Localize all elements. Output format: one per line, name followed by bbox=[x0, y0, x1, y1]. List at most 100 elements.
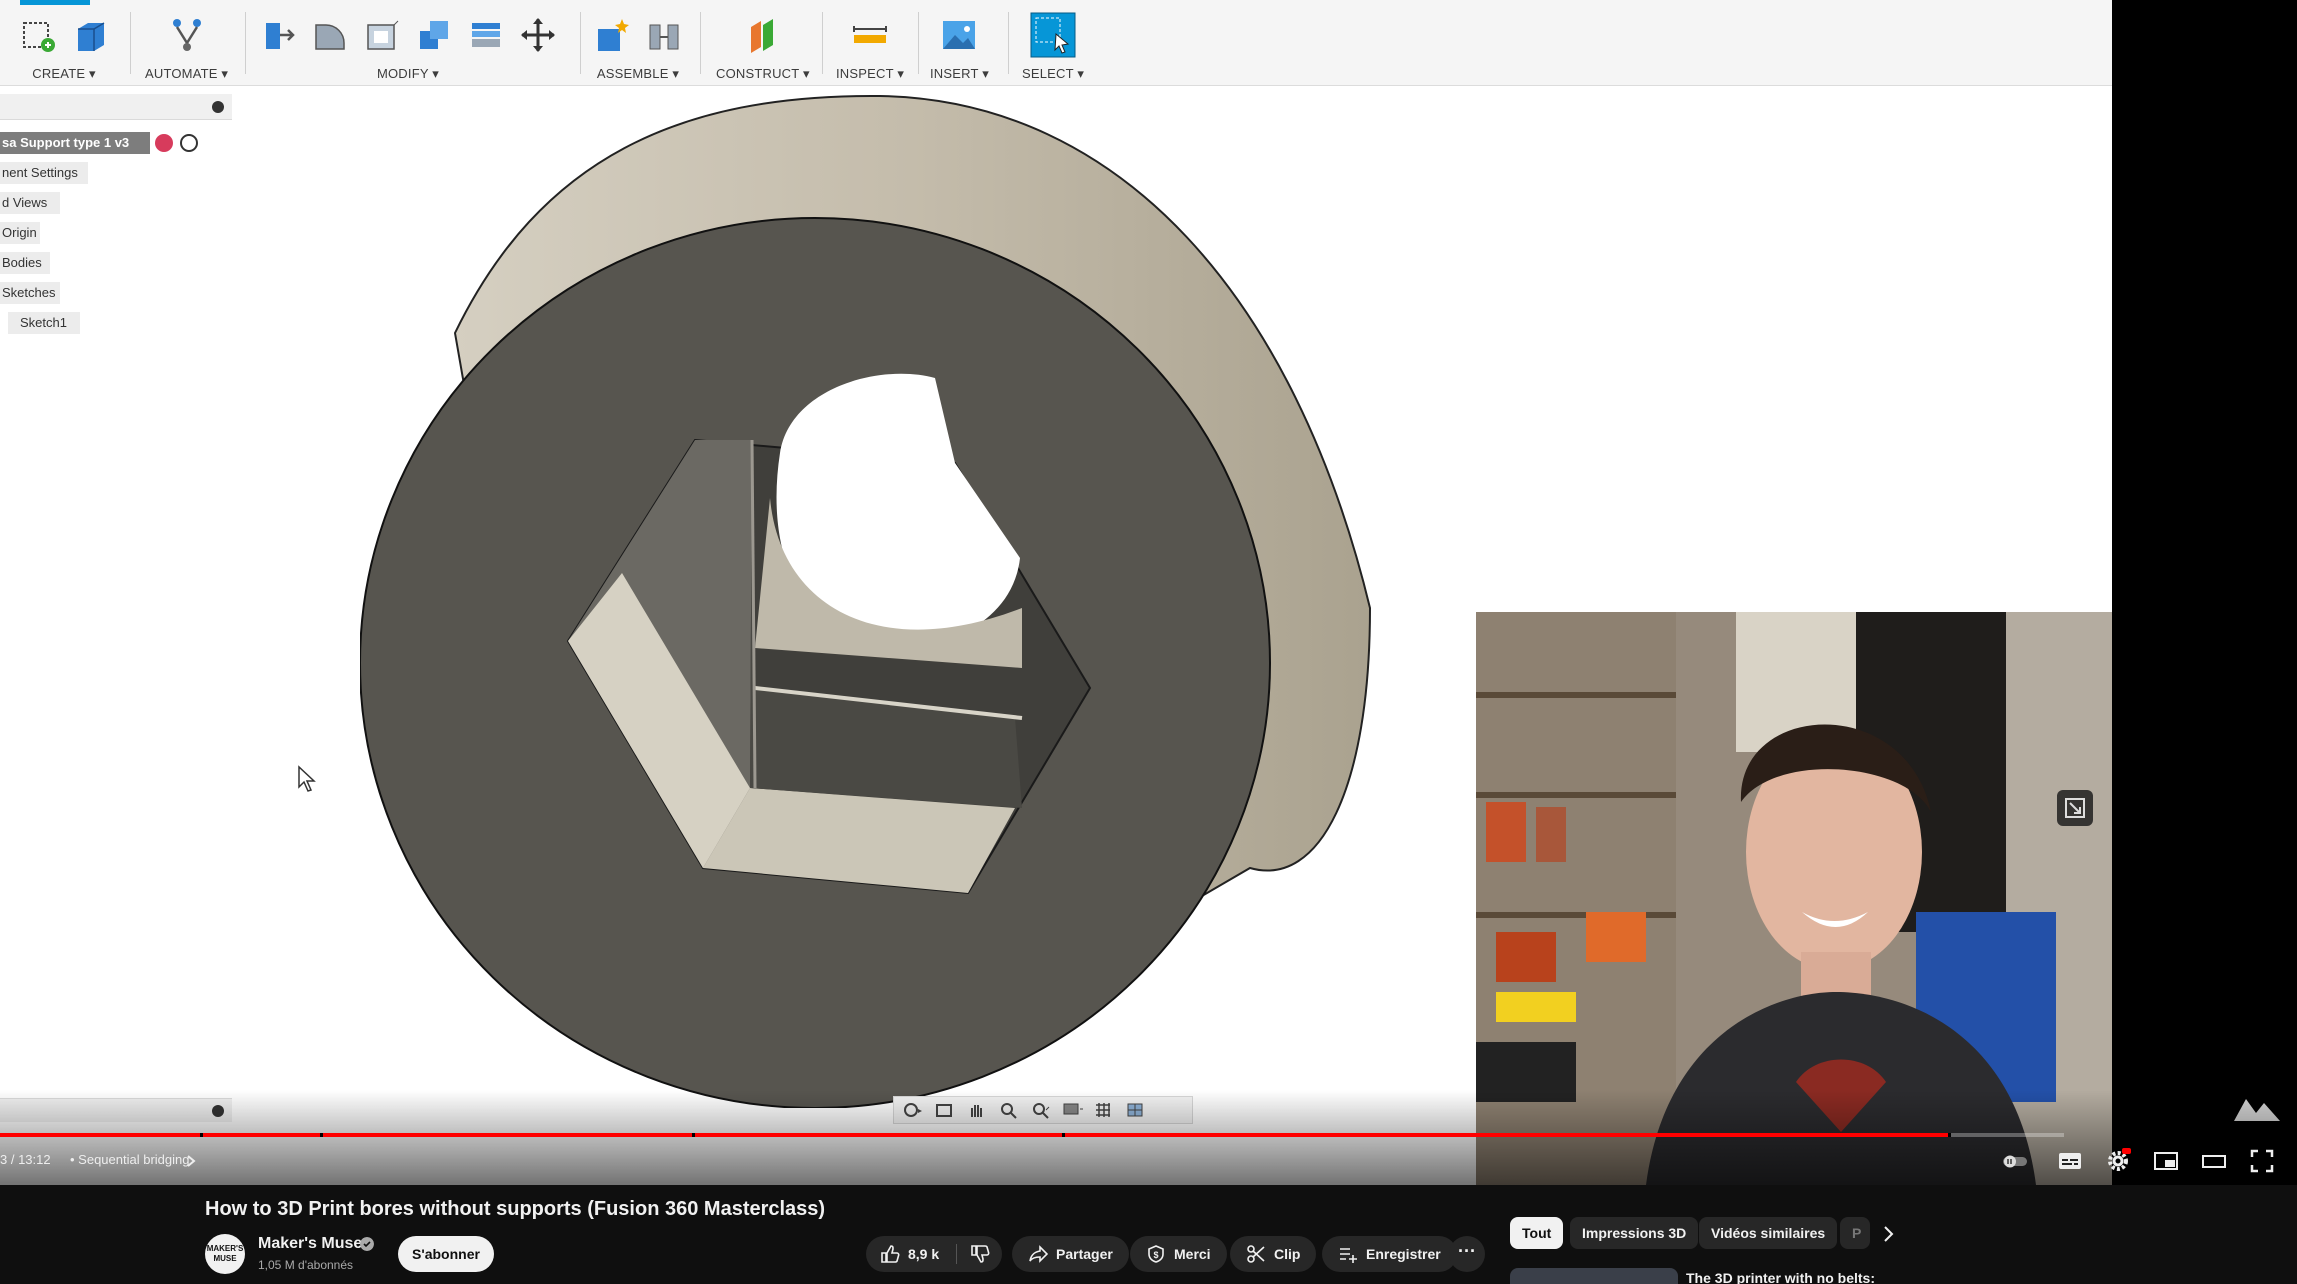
channel-name[interactable]: Maker's Muse bbox=[258, 1235, 362, 1253]
create-group[interactable]: CREATE ▾ bbox=[18, 0, 110, 86]
chapter-marker bbox=[200, 1133, 203, 1137]
automate-label[interactable]: AUTOMATE ▾ bbox=[145, 66, 228, 82]
browser-header[interactable] bbox=[0, 94, 232, 120]
move-icon[interactable] bbox=[518, 15, 558, 55]
mouse-cursor-icon bbox=[298, 765, 316, 792]
fullscreen-icon[interactable] bbox=[2249, 1148, 2275, 1174]
automate-group[interactable]: AUTOMATE ▾ bbox=[145, 0, 228, 86]
chapter-title[interactable]: • Sequential bridging bbox=[70, 1152, 189, 1167]
fusion-browser-panel: sa Support type 1 v3 nent Settings d Vie… bbox=[0, 90, 232, 350]
clip-label: Clip bbox=[1274, 1246, 1301, 1262]
settings-gear-icon[interactable] bbox=[2105, 1148, 2131, 1174]
radio-target-icon[interactable] bbox=[180, 134, 198, 152]
channel-avatar[interactable]: MAKER'S MUSE bbox=[205, 1234, 245, 1274]
collapse-icon[interactable] bbox=[212, 101, 224, 113]
toolbar-separator bbox=[580, 12, 581, 74]
expand-webcam-button[interactable] bbox=[2057, 790, 2093, 826]
recommendation-title[interactable]: The 3D printer with no belts: bbox=[1686, 1270, 1875, 1284]
chapter-marker bbox=[1062, 1133, 1065, 1137]
video-frame: CREATE ▾ AUTOMATE ▾ MODIFY ▾ ASSEMBLE ▾ … bbox=[0, 0, 2112, 1185]
replace-face-icon[interactable] bbox=[466, 15, 506, 55]
select-group[interactable]: SELECT ▾ bbox=[1022, 0, 1084, 86]
joint-icon[interactable] bbox=[644, 15, 684, 55]
chapter-marker bbox=[1948, 1133, 1951, 1137]
browser-item-views[interactable]: d Views bbox=[0, 192, 60, 214]
grid-settings-icon[interactable] bbox=[1094, 1101, 1116, 1119]
combine-icon[interactable] bbox=[414, 15, 454, 55]
orbit-icon[interactable] bbox=[902, 1101, 924, 1119]
shell-icon[interactable] bbox=[362, 15, 402, 55]
expand-panel-icon[interactable] bbox=[212, 1105, 224, 1117]
browser-item-sketch1[interactable]: Sketch1 bbox=[8, 312, 80, 334]
miniplayer-icon[interactable] bbox=[2153, 1148, 2179, 1174]
inspect-label[interactable]: INSPECT ▾ bbox=[836, 66, 904, 82]
chip-3d-printing[interactable]: Impressions 3D bbox=[1570, 1217, 1699, 1249]
pan-icon[interactable] bbox=[966, 1101, 988, 1119]
chevron-right-icon[interactable] bbox=[1876, 1222, 1900, 1246]
chevron-right-icon[interactable] bbox=[186, 1154, 196, 1168]
browser-item-sketches[interactable]: Sketches bbox=[0, 282, 60, 304]
recommendation-thumbnail[interactable] bbox=[1510, 1268, 1678, 1284]
insert-label[interactable]: INSERT ▾ bbox=[930, 66, 989, 82]
browser-root-item[interactable]: sa Support type 1 v3 bbox=[0, 132, 150, 154]
share-label: Partager bbox=[1056, 1246, 1113, 1262]
comments-panel[interactable] bbox=[0, 1098, 232, 1122]
viewports-icon[interactable] bbox=[1126, 1101, 1148, 1119]
dislike-button[interactable] bbox=[962, 1236, 1002, 1272]
select-icon[interactable] bbox=[1030, 12, 1076, 58]
chip-all[interactable]: Tout bbox=[1510, 1217, 1564, 1249]
insert-group[interactable]: INSERT ▾ bbox=[930, 0, 989, 86]
fit-icon[interactable] bbox=[1030, 1101, 1052, 1119]
channel-watermark-icon[interactable] bbox=[2232, 1093, 2282, 1123]
assemble-group[interactable]: ASSEMBLE ▾ bbox=[592, 0, 684, 86]
thanks-button[interactable]: $ Merci bbox=[1130, 1236, 1227, 1272]
like-divider bbox=[956, 1244, 957, 1264]
offset-plane-icon[interactable] bbox=[743, 15, 783, 55]
browser-item-settings[interactable]: nent Settings bbox=[0, 162, 88, 184]
browser-item-origin[interactable]: Origin bbox=[0, 222, 40, 244]
subscribe-button[interactable]: S'abonner bbox=[398, 1236, 494, 1272]
zoom-icon[interactable] bbox=[998, 1101, 1020, 1119]
extrude-icon[interactable] bbox=[70, 15, 110, 55]
scissors-icon bbox=[1247, 1245, 1265, 1263]
automate-icon[interactable] bbox=[167, 15, 207, 55]
inspect-group[interactable]: INSPECT ▾ bbox=[836, 0, 904, 86]
save-button[interactable]: Enregistrer bbox=[1322, 1236, 1457, 1272]
theater-mode-icon[interactable] bbox=[2201, 1148, 2227, 1174]
new-component-icon[interactable] bbox=[592, 15, 632, 55]
browser-item-bodies[interactable]: Bodies bbox=[0, 252, 50, 274]
modify-label[interactable]: MODIFY ▾ bbox=[377, 66, 439, 82]
3d-model-viewport[interactable] bbox=[360, 88, 1400, 1108]
subtitles-icon[interactable] bbox=[2057, 1148, 2083, 1174]
share-button[interactable]: Partager bbox=[1012, 1236, 1129, 1272]
thumbs-up-icon bbox=[881, 1245, 900, 1263]
construct-label[interactable]: CONSTRUCT ▾ bbox=[716, 66, 810, 82]
activate-icon[interactable] bbox=[155, 134, 173, 152]
svg-text:$: $ bbox=[1153, 1250, 1158, 1260]
chip-similar-videos[interactable]: Vidéos similaires bbox=[1699, 1217, 1838, 1249]
progress-played bbox=[0, 1133, 1949, 1137]
press-pull-icon[interactable] bbox=[258, 15, 298, 55]
measure-icon[interactable] bbox=[850, 15, 890, 55]
clip-button[interactable]: Clip bbox=[1230, 1236, 1317, 1272]
like-button[interactable]: 8,9 k bbox=[866, 1236, 956, 1272]
create-sketch-icon[interactable] bbox=[18, 15, 58, 55]
fillet-icon[interactable] bbox=[310, 15, 350, 55]
create-label[interactable]: CREATE ▾ bbox=[32, 66, 96, 82]
modify-group[interactable]: MODIFY ▾ bbox=[258, 0, 558, 86]
verified-badge-icon bbox=[360, 1237, 374, 1251]
toolbar-separator bbox=[1008, 12, 1009, 74]
insert-image-icon[interactable] bbox=[939, 15, 979, 55]
display-settings-icon[interactable] bbox=[1062, 1101, 1084, 1119]
chapter-marker bbox=[320, 1133, 323, 1137]
more-actions-button[interactable]: ··· bbox=[1449, 1236, 1485, 1272]
chip-truncated[interactable]: P bbox=[1840, 1217, 1870, 1249]
look-at-icon[interactable] bbox=[934, 1101, 956, 1119]
construct-group[interactable]: CONSTRUCT ▾ bbox=[716, 0, 810, 86]
autoplay-toggle-icon[interactable] bbox=[2002, 1148, 2028, 1174]
toolbar-separator bbox=[822, 12, 823, 74]
save-label: Enregistrer bbox=[1366, 1246, 1441, 1262]
assemble-label[interactable]: ASSEMBLE ▾ bbox=[597, 66, 679, 82]
select-label[interactable]: SELECT ▾ bbox=[1022, 66, 1084, 82]
video-player[interactable]: CREATE ▾ AUTOMATE ▾ MODIFY ▾ ASSEMBLE ▾ … bbox=[0, 0, 2297, 1185]
